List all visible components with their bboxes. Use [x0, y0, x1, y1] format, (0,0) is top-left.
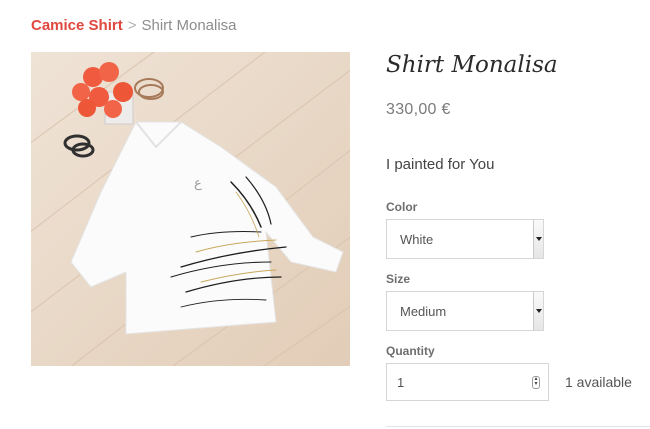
color-label: Color	[386, 200, 418, 214]
breadcrumb-parent-link[interactable]: Camice Shirt	[31, 17, 123, 34]
shirt-monogram: ع	[194, 176, 202, 191]
product-image-drawing: ع	[31, 52, 350, 366]
quantity-input-value: 1	[397, 375, 405, 390]
quantity-label: Quantity	[386, 344, 435, 358]
breadcrumb: Camice Shirt > Shirt Monalisa	[31, 17, 237, 34]
product-price: 330,00 €	[386, 101, 451, 118]
product-image[interactable]: ع	[31, 52, 350, 366]
size-select[interactable]: Medium	[386, 291, 544, 331]
size-select-value: Medium	[400, 304, 447, 319]
divider	[386, 426, 650, 427]
breadcrumb-separator: >	[127, 17, 137, 34]
availability-text: 1 available	[565, 374, 632, 390]
color-select-value: White	[400, 232, 434, 247]
breadcrumb-current: Shirt Monalisa	[141, 17, 237, 34]
chevron-down-icon[interactable]	[533, 220, 543, 258]
chevron-down-icon[interactable]	[533, 292, 543, 330]
quantity-input[interactable]: 1 ▴ ▾	[386, 363, 549, 401]
color-select[interactable]: White	[386, 219, 544, 259]
quantity-stepper-icon[interactable]: ▴ ▾	[532, 376, 540, 389]
product-description: I painted for You	[386, 156, 495, 173]
size-label: Size	[386, 272, 411, 286]
product-title: Shirt Monalisa	[386, 52, 558, 78]
product-page: Camice Shirt > Shirt Monalisa ع Shirt Mo…	[0, 0, 650, 429]
